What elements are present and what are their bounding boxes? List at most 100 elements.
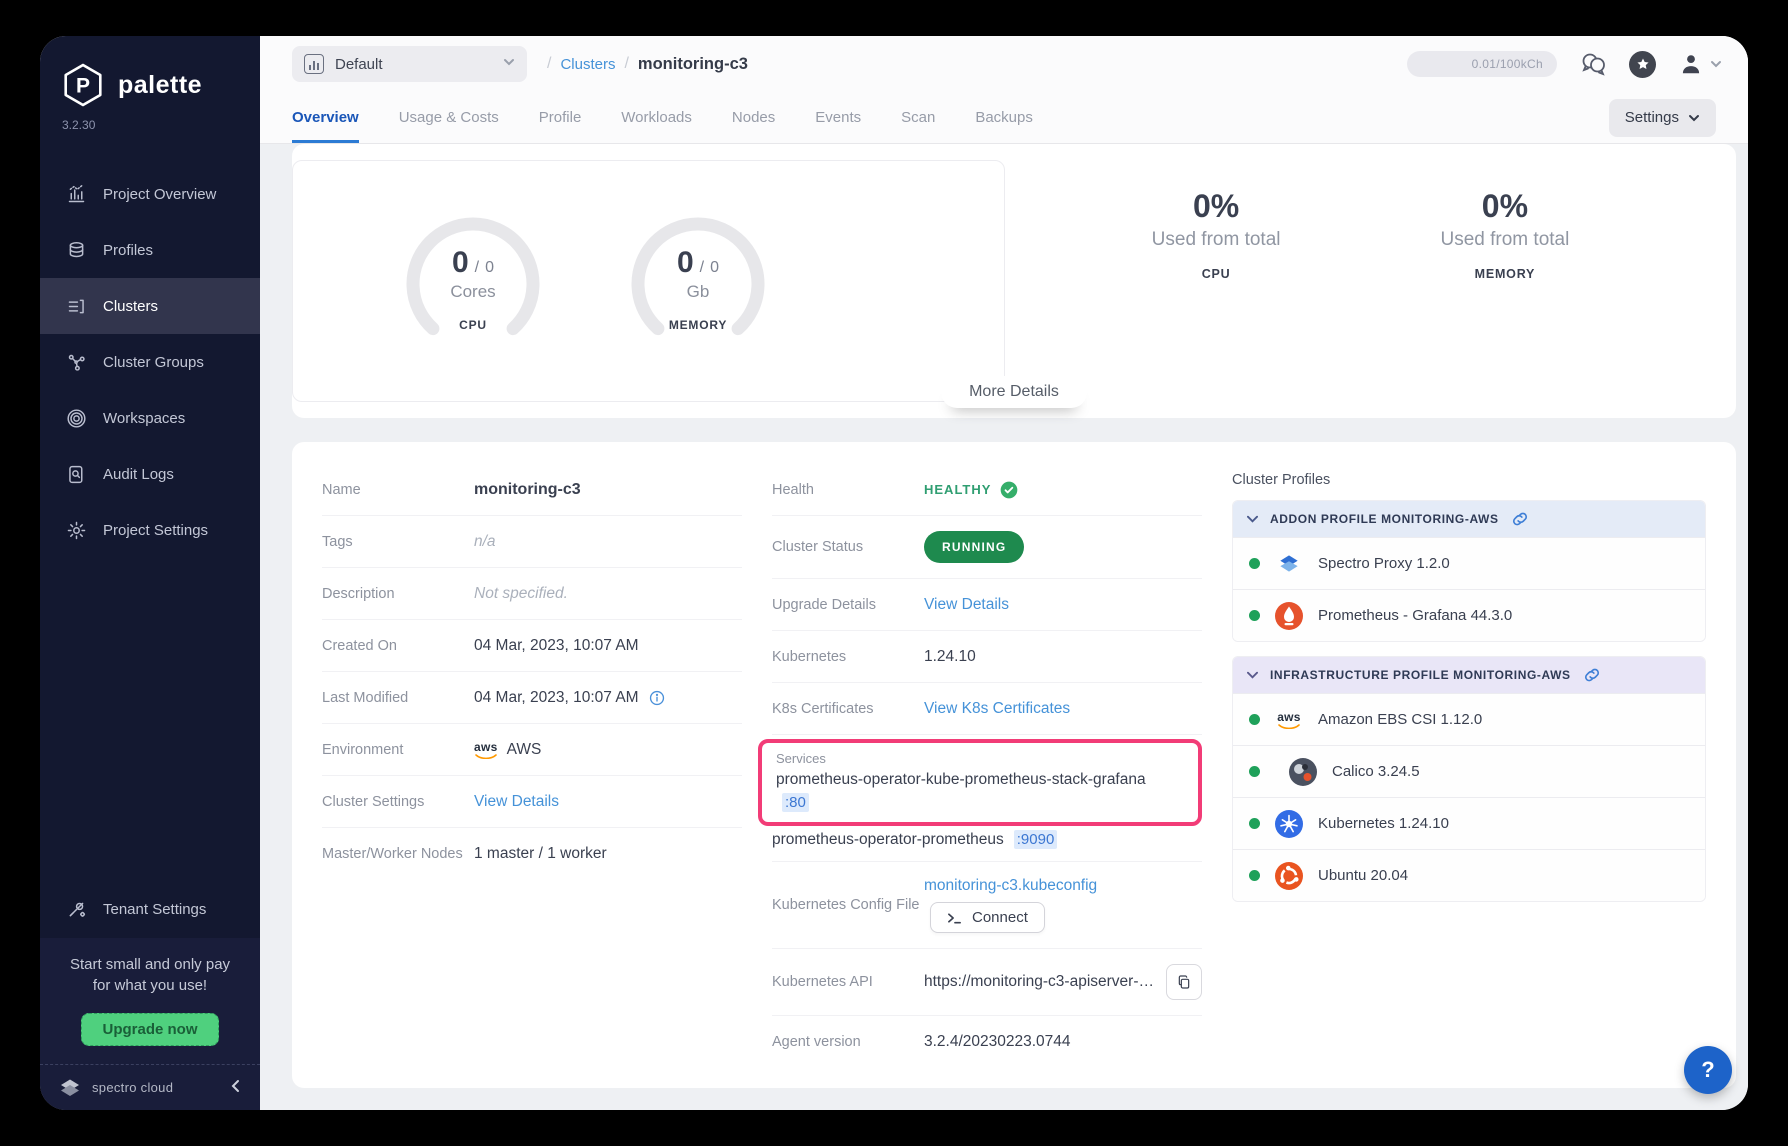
status-row-agent: Agent version 3.2.4/20230223.0744	[772, 1016, 1202, 1068]
tab-events[interactable]: Events	[815, 92, 861, 143]
profile-item-name: Prometheus - Grafana 44.3.0	[1318, 607, 1512, 624]
sidebar-item-clusters[interactable]: Clusters	[40, 278, 260, 334]
sidebar-item-cluster-groups[interactable]: Cluster Groups	[40, 334, 260, 390]
memory-usage-caption: Used from total	[1441, 229, 1570, 251]
page-content: 0 / 0 Cores CPU	[260, 144, 1748, 1110]
status-row-cluster-status: Cluster Status RUNNING	[772, 516, 1202, 579]
connect-button-label: Connect	[972, 909, 1028, 926]
chevron-down-icon	[1688, 112, 1700, 124]
prometheus-port-link[interactable]: :9090	[1014, 830, 1058, 849]
tab-backups[interactable]: Backups	[975, 92, 1033, 143]
memory-unit: Gb	[687, 282, 710, 302]
project-selector-value: Default	[335, 56, 383, 73]
settings-button[interactable]: Settings	[1609, 99, 1716, 137]
status-dot	[1249, 766, 1260, 777]
addon-profile-name: ADDON PROFILE MONITORING-AWS	[1270, 512, 1499, 526]
help-button[interactable]: ?	[1684, 1046, 1732, 1094]
sidebar-item-workspaces[interactable]: Workspaces	[40, 390, 260, 446]
view-k8s-certificates-link[interactable]: View K8s Certificates	[924, 700, 1070, 718]
profile-item-prometheus-grafana[interactable]: Prometheus - Grafana 44.3.0	[1233, 589, 1705, 641]
sidebar-item-label: Profiles	[103, 242, 153, 259]
kubernetes-version-value: 1.24.10	[924, 648, 1202, 666]
layers-icon	[66, 240, 87, 261]
tab-profile[interactable]: Profile	[539, 92, 582, 143]
grafana-port-link[interactable]: :80	[782, 793, 809, 812]
sidebar-item-project-overview[interactable]: Project Overview	[40, 166, 260, 222]
kubernetes-api-url: https://monitoring-c3-apiserver-9...	[924, 973, 1157, 991]
tab-nodes[interactable]: Nodes	[732, 92, 775, 143]
tab-scan[interactable]: Scan	[901, 92, 935, 143]
info-icon[interactable]	[648, 689, 666, 707]
status-column: Health HEALTHY Cluster Status RUNNING	[772, 464, 1202, 1068]
profile-item-ubuntu[interactable]: Ubuntu 20.04	[1233, 849, 1705, 901]
profile-item-spectro-proxy[interactable]: Spectro Proxy 1.2.0	[1233, 537, 1705, 589]
star-icon[interactable]	[1629, 51, 1656, 78]
detail-row-created-on: Created On 04 Mar, 2023, 10:07 AM	[322, 620, 742, 672]
sidebar-item-profiles[interactable]: Profiles	[40, 222, 260, 278]
tab-overview[interactable]: Overview	[292, 92, 359, 143]
connect-button[interactable]: Connect	[930, 902, 1045, 933]
profile-item-amazon-ebs-csi[interactable]: aws Amazon EBS CSI 1.12.0	[1233, 693, 1705, 745]
memory-gauge: 0 / 0 Gb MEMORY	[613, 206, 783, 356]
row-label: K8s Certificates	[772, 701, 924, 717]
brand-row: P palette	[40, 36, 260, 112]
chevron-down-icon	[503, 55, 515, 73]
cluster-settings-view-details-link[interactable]: View Details	[474, 793, 559, 811]
user-icon	[1678, 51, 1704, 77]
overview-stats-card: 0 / 0 Cores CPU	[292, 144, 1736, 418]
tags-value: n/a	[474, 533, 742, 551]
profile-item-kubernetes[interactable]: Kubernetes 1.24.10	[1233, 797, 1705, 849]
status-dot	[1249, 558, 1260, 569]
collapse-sidebar-icon[interactable]	[230, 1077, 242, 1098]
status-dot	[1249, 870, 1260, 881]
gauge-separator: /	[700, 259, 704, 277]
chat-icon[interactable]	[1579, 51, 1607, 77]
main-area: Default / Clusters / monitoring-c3 0.01/…	[260, 36, 1748, 1110]
terminal-icon	[947, 911, 962, 925]
sidebar-item-project-settings[interactable]: Project Settings	[40, 502, 260, 558]
gear-icon	[66, 520, 87, 541]
addon-profile-header[interactable]: ADDON PROFILE MONITORING-AWS	[1233, 501, 1705, 537]
detail-row-last-modified: Last Modified 04 Mar, 2023, 10:07 AM	[322, 672, 742, 724]
spectro-cloud-logo-icon	[58, 1077, 82, 1099]
profile-item-calico[interactable]: Calico 3.24.5	[1233, 745, 1705, 797]
services-section: Services prometheus-operator-kube-promet…	[772, 735, 1202, 862]
sidebar-item-label: Tenant Settings	[103, 901, 206, 918]
tab-workloads[interactable]: Workloads	[621, 92, 692, 143]
detail-row-description: Description Not specified.	[322, 568, 742, 620]
link-icon[interactable]	[1511, 510, 1529, 528]
upgrade-view-details-link[interactable]: View Details	[924, 596, 1009, 614]
check-circle-icon	[999, 480, 1019, 500]
row-label: Environment	[322, 742, 474, 758]
sidebar-item-audit-logs[interactable]: Audit Logs	[40, 446, 260, 502]
link-icon[interactable]	[1583, 666, 1601, 684]
bar-chart-icon	[66, 184, 87, 205]
breadcrumb-clusters-link[interactable]: Clusters	[560, 56, 615, 73]
status-row-health: Health HEALTHY	[772, 464, 1202, 516]
upgrade-now-button[interactable]: Upgrade now	[81, 1013, 218, 1046]
copy-api-url-button[interactable]	[1166, 964, 1202, 1000]
project-selector[interactable]: Default	[292, 46, 527, 82]
row-label: Last Modified	[322, 690, 474, 706]
user-menu[interactable]	[1678, 51, 1722, 77]
tab-usage-costs[interactable]: Usage & Costs	[399, 92, 499, 143]
chevron-down-icon	[1247, 671, 1258, 679]
infrastructure-profile-group: INFRASTRUCTURE PROFILE MONITORING-AWS aw…	[1232, 656, 1706, 902]
row-label: Cluster Status	[772, 539, 924, 555]
infrastructure-profile-header[interactable]: INFRASTRUCTURE PROFILE MONITORING-AWS	[1233, 657, 1705, 693]
more-details-button[interactable]: More Details	[941, 376, 1087, 408]
row-label: Description	[322, 586, 474, 602]
chevron-down-icon	[1710, 58, 1722, 70]
created-on-value: 04 Mar, 2023, 10:07 AM	[474, 637, 742, 655]
aws-icon: aws	[474, 741, 498, 759]
row-label: Kubernetes API	[772, 974, 924, 990]
status-row-certificates: K8s Certificates View K8s Certificates	[772, 683, 1202, 735]
sidebar-spacer	[40, 558, 260, 882]
sidebar-item-tenant-settings[interactable]: Tenant Settings	[40, 882, 260, 938]
brand-name: palette	[118, 71, 202, 100]
breadcrumb-separator: /	[547, 55, 551, 73]
kubeconfig-download-link[interactable]: monitoring-c3.kubeconfig	[924, 877, 1097, 895]
usage-meter: 0.01/100kCh	[1407, 51, 1557, 77]
gauge-separator: /	[475, 259, 479, 277]
sidebar-item-label: Workspaces	[103, 410, 185, 427]
